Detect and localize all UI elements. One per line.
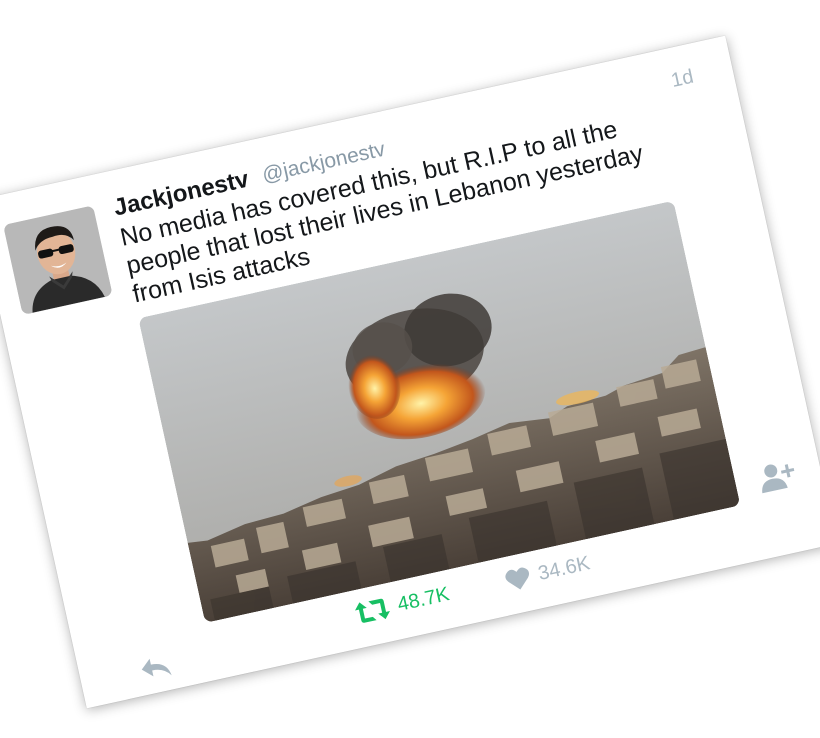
- reply-button[interactable]: [137, 652, 174, 684]
- like-count: 34.6K: [536, 551, 592, 585]
- like-button[interactable]: 34.6K: [503, 551, 592, 593]
- follow-icon: [762, 464, 795, 494]
- retweet-icon: [355, 598, 390, 623]
- avatar-portrait: [3, 205, 113, 315]
- timestamp[interactable]: 1d: [669, 66, 696, 93]
- follow-button[interactable]: [754, 457, 800, 495]
- reply-icon: [141, 658, 172, 677]
- retweet-button[interactable]: 48.7K: [352, 582, 451, 626]
- heart-icon: [505, 567, 530, 590]
- retweet-count: 48.7K: [395, 582, 452, 616]
- tweet-card: Jackjonestv @jackjonestv 1d No media has…: [0, 35, 820, 709]
- avatar[interactable]: [3, 205, 113, 315]
